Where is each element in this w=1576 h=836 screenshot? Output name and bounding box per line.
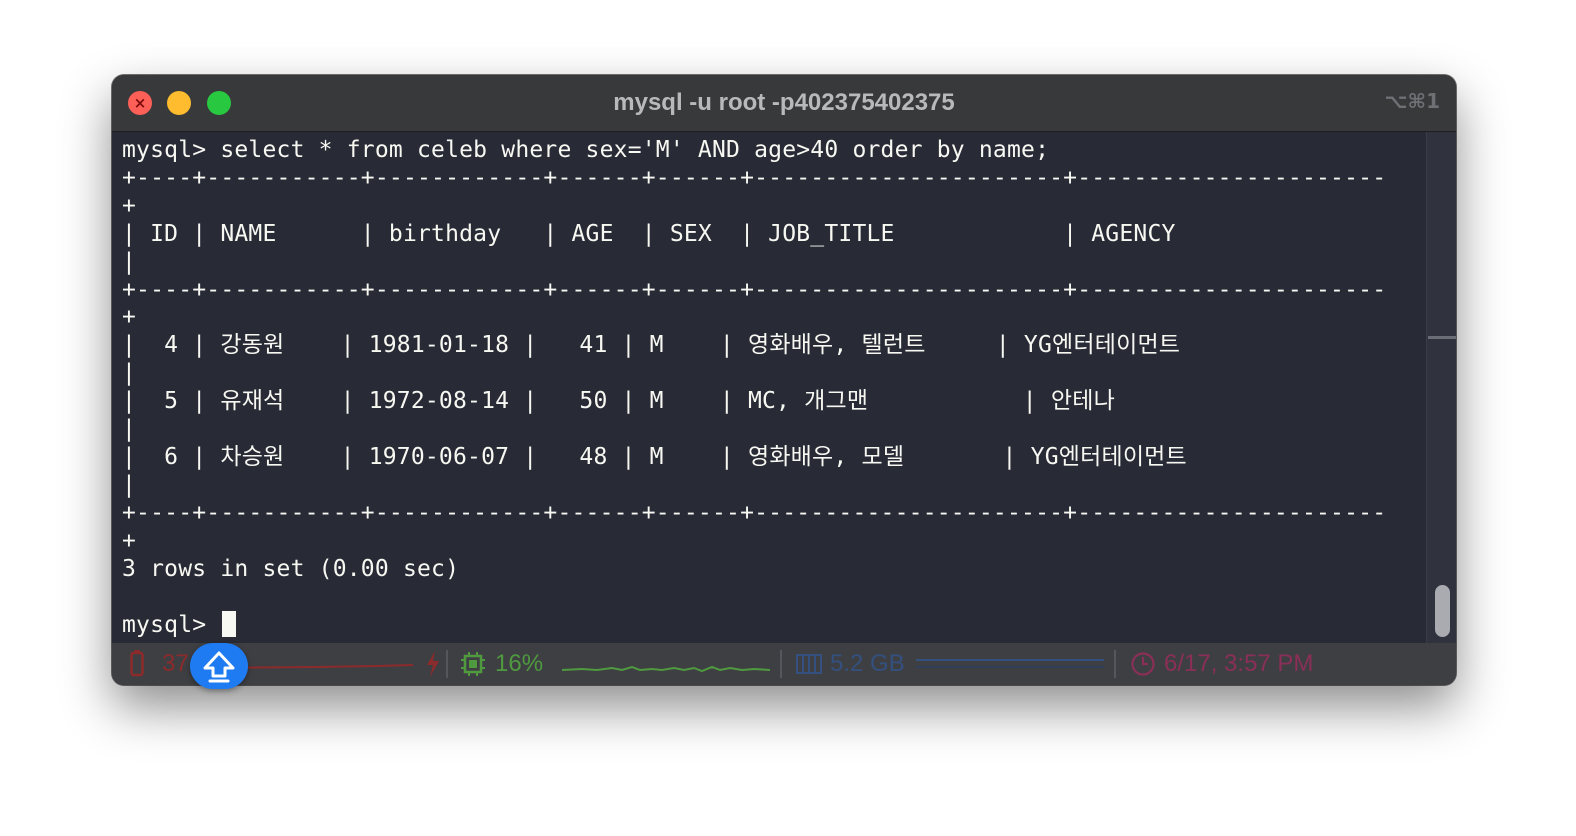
terminal-line: 3 rows in set (0.00 sec) [122, 555, 460, 582]
battery-icon [130, 650, 144, 677]
memory-graph [916, 659, 1104, 668]
charging-bolt-icon [427, 651, 439, 677]
status-separator [780, 650, 782, 678]
terminal-line: mysql> select * from celeb where sex='M'… [122, 137, 1050, 163]
title-bar: × mysql -u root -p402375402375 ⌥⌘1 [112, 75, 1456, 132]
terminal-line: | [122, 416, 137, 443]
shift-arrow-icon [203, 651, 235, 683]
terminal-line: | 6 | 차승원 | 1970-06-07 | 48 | M | 영화배우, … [122, 443, 1187, 470]
window-title: mysql -u root -p402375402375 [613, 89, 955, 116]
status-bar: 37 16% 5.2 GB 6/17, 3:57 PM [112, 643, 1456, 685]
scroll-mark [1428, 336, 1456, 339]
memory-value: 5.2 GB [830, 650, 905, 677]
terminal-line: | [122, 248, 137, 275]
scrollbar-track[interactable] [1426, 132, 1456, 643]
clock-icon [1131, 652, 1155, 676]
terminal-line: | [122, 360, 137, 387]
terminal-line: + [122, 527, 137, 554]
terminal-line: + [122, 304, 137, 331]
terminal-line: + [122, 192, 137, 219]
terminal-line: +----+-----------+------------+------+--… [122, 276, 1387, 303]
cpu-value: 16% [495, 650, 544, 677]
terminal-line: | 5 | 유재석 | 1972-08-14 | 50 | M | MC, 개그… [122, 388, 1115, 415]
terminal-line: | 4 | 강동원 | 1981-01-18 | 41 | M | 영화배우, … [122, 332, 1181, 359]
cpu-icon [461, 652, 485, 676]
status-separator [446, 650, 448, 678]
shift-button[interactable] [190, 643, 248, 689]
terminal-text: mysql> select * from celeb where sex='M'… [122, 137, 1426, 640]
terminal-line: +----+-----------+------------+------+--… [122, 164, 1387, 191]
terminal-output[interactable]: mysql> select * from celeb where sex='M'… [122, 137, 1426, 643]
terminal-window: × mysql -u root -p402375402375 ⌥⌘1 mysql… [112, 75, 1456, 685]
status-separator [1114, 650, 1116, 678]
terminal-line: | ID | NAME | birthday | AGE | SEX | JOB… [122, 220, 1176, 247]
text-cursor [222, 611, 237, 638]
terminal-line: +----+-----------+------------+------+--… [122, 499, 1387, 526]
terminal-line: | [122, 471, 137, 498]
cpu-graph [562, 665, 771, 673]
scrollbar-thumb[interactable] [1435, 585, 1450, 637]
battery-value: 37 [162, 650, 189, 677]
datetime-value: 6/17, 3:57 PM [1164, 650, 1314, 677]
terminal-prompt: mysql> [122, 612, 221, 639]
memory-icon [796, 654, 822, 674]
window-shortcut: ⌥⌘1 [1384, 89, 1440, 113]
